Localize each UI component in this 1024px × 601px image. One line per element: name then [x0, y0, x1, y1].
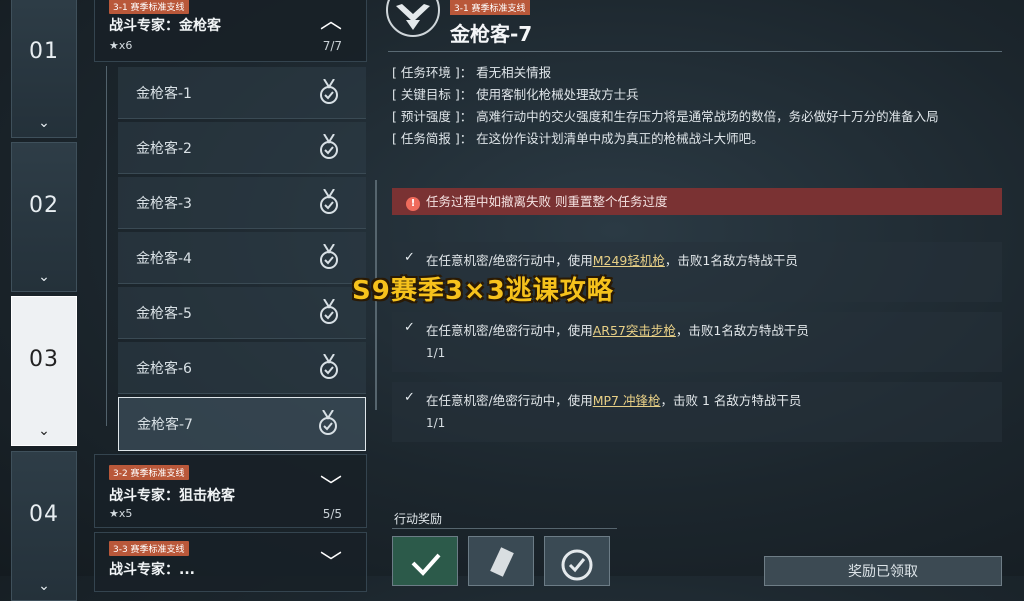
- claim-reward-button[interactable]: 奖励已领取: [764, 556, 1002, 586]
- magazine-icon: [490, 547, 514, 577]
- quest-label: 金枪客-4: [136, 251, 192, 267]
- quest-label: 金枪客-7: [137, 417, 193, 433]
- chevron-down-icon: ⌄: [38, 115, 50, 131]
- objective-progress: 1/1: [426, 416, 446, 430]
- quest-label: 金枪客-6: [136, 361, 192, 377]
- warning-icon: !: [406, 197, 420, 211]
- check-icon: ✓: [404, 320, 415, 335]
- group-tag: 3-1 赛季标准支线: [109, 0, 189, 14]
- group-title: 战斗专家：金枪客: [109, 18, 221, 34]
- detail-title: 金枪客-7: [450, 22, 533, 46]
- chapter-tab-01[interactable]: 01 ⌄: [11, 0, 77, 138]
- chapter-number: 03: [29, 347, 59, 372]
- reward-label: 行动奖励: [394, 512, 443, 526]
- info-environment: [ 任务环境 ]： 看无相关情报: [392, 65, 552, 80]
- chapter-number: 04: [29, 502, 59, 527]
- chevron-down-icon: ⌄: [38, 423, 50, 439]
- check-icon: ✓: [404, 390, 415, 405]
- completed-medal-icon: [318, 243, 340, 270]
- objective-text: 在任意机密/绝密行动中，使用M249轻机枪，击败1名敌方特战干员: [426, 253, 798, 268]
- group-title: 战斗专家：...: [109, 562, 195, 578]
- quest-group-2[interactable]: 3-2 赛季标准支线 战斗专家：狙击枪客 ★x5 5/5 ﹀: [94, 454, 367, 528]
- group-stars: ★x6: [109, 39, 133, 52]
- quest-group-3[interactable]: 3-3 赛季标准支线 战斗专家：... ﹀: [94, 532, 367, 592]
- group-tag: 3-3 赛季标准支线: [109, 541, 189, 556]
- chapter-number: 02: [29, 193, 59, 218]
- quest-label: 金枪客-3: [136, 196, 192, 212]
- group-tag: 3-2 赛季标准支线: [109, 465, 189, 480]
- quest-item[interactable]: 金枪客-7: [118, 397, 366, 451]
- objective-text: 在任意机密/绝密行动中，使用AR57突击步枪，击败1名敌方特战干员: [426, 323, 809, 338]
- quest-group-1[interactable]: 3-1 赛季标准支线 战斗专家：金枪客 ★x6 7/7 ︿: [94, 0, 367, 62]
- group-progress: 5/5: [322, 507, 342, 521]
- chevron-down-icon[interactable]: ﹀: [320, 545, 342, 577]
- info-briefing: [ 任务简报 ]： 在这份作设计划清单中成为真正的枪械战斗大师吧。: [392, 131, 764, 146]
- reward-item-2[interactable]: [468, 536, 534, 586]
- chevron-down-icon: ⌄: [38, 269, 50, 285]
- divider: [392, 528, 617, 529]
- objective-progress: 1/1: [426, 346, 446, 360]
- tree-connector: [106, 66, 107, 426]
- completed-medal-icon: [318, 188, 340, 215]
- season-emblem-icon: [386, 0, 440, 37]
- completed-medal-icon: [318, 353, 340, 380]
- group-stars: ★x5: [109, 507, 133, 520]
- reward-item-3[interactable]: [544, 536, 610, 586]
- chapter-number: 01: [29, 39, 59, 64]
- objective-text: 在任意机密/绝密行动中，使用MP7 冲锋枪，击败 1 名敌方特战干员: [426, 393, 802, 408]
- failure-warning-banner: ! 任务过程中如撤离失败 则重置整个任务过度: [392, 188, 1002, 215]
- quest-label: 金枪客-5: [136, 306, 192, 322]
- weapon-link[interactable]: AR57突击步枪: [593, 323, 676, 338]
- quest-item[interactable]: 金枪客-3: [118, 177, 366, 229]
- completed-medal-icon: [318, 133, 340, 160]
- weapon-link[interactable]: M249轻机枪: [593, 253, 665, 268]
- quest-label: 金枪客-2: [136, 141, 192, 157]
- quest-item[interactable]: 金枪客-5: [118, 287, 366, 339]
- chapter-tab-04[interactable]: 04 ⌄: [11, 451, 77, 601]
- reward-item-1[interactable]: [392, 536, 458, 586]
- quest-label: 金枪客-1: [136, 86, 192, 102]
- quest-item[interactable]: 金枪客-6: [118, 342, 366, 394]
- divider: [388, 51, 1002, 52]
- badge-check-icon: [561, 549, 593, 581]
- quest-item[interactable]: 金枪客-1: [118, 67, 366, 119]
- chapter-tab-02[interactable]: 02 ⌄: [11, 142, 77, 292]
- quest-item[interactable]: 金枪客-4: [118, 232, 366, 284]
- info-difficulty: [ 预计强度 ]： 高难行动中的交火强度和生存压力将是通常战场的数倍，务必做好十…: [392, 109, 939, 124]
- group-title: 战斗专家：狙击枪客: [109, 488, 235, 504]
- info-key-target: [ 关键目标 ]： 使用客制化枪械处理敌方士兵: [392, 87, 639, 102]
- chapter-tab-03[interactable]: 03 ⌄: [11, 296, 77, 446]
- weapon-link[interactable]: MP7 冲锋枪: [593, 393, 661, 408]
- completed-medal-icon: [317, 409, 339, 436]
- warning-text: 任务过程中如撤离失败 则重置整个任务过度: [426, 194, 668, 209]
- completed-medal-icon: [318, 78, 340, 105]
- chevron-down-icon[interactable]: ﹀: [320, 469, 342, 501]
- chevron-down-icon: ⌄: [38, 578, 50, 594]
- objective-2: ✓ 在任意机密/绝密行动中，使用AR57突击步枪，击败1名敌方特战干员 1/1: [392, 312, 1002, 372]
- detail-tag: 3-1 赛季标准支线: [450, 0, 530, 15]
- group-progress: 7/7: [322, 39, 342, 53]
- mission-info: [ 任务环境 ]： 看无相关情报 [ 关键目标 ]： 使用客制化枪械处理敌方士兵…: [392, 62, 1002, 150]
- shield-check-icon: [411, 553, 441, 576]
- completed-medal-icon: [318, 298, 340, 325]
- quest-item[interactable]: 金枪客-2: [118, 122, 366, 174]
- check-icon: ✓: [404, 250, 415, 265]
- chevron-up-icon[interactable]: ︿: [320, 3, 342, 35]
- objective-3: ✓ 在任意机密/绝密行动中，使用MP7 冲锋枪，击败 1 名敌方特战干员 1/1: [392, 382, 1002, 442]
- video-caption-overlay: S9赛季3×3逃课攻略: [352, 276, 614, 306]
